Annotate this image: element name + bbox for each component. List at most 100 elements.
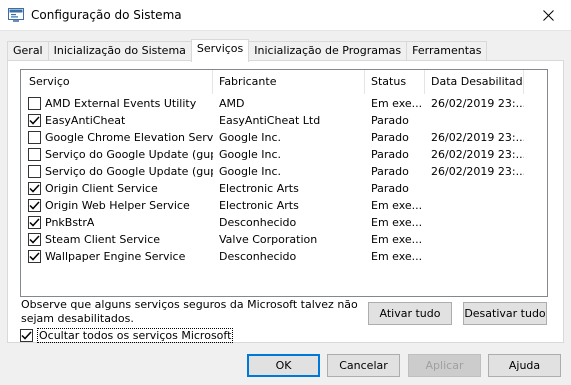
service-status: Em exe... [371, 199, 423, 212]
service-name: Steam Client Service [45, 233, 161, 246]
service-name-cell: EasyAntiCheat [21, 112, 213, 129]
checkmark-icon [29, 116, 40, 125]
service-rows: AMD External Events Utility AMD Em exe... 2… [21, 95, 524, 265]
table-row[interactable]: Origin Client Service Electronic Arts Para… [21, 180, 524, 197]
service-manufacturer: Electronic Arts [219, 199, 299, 212]
services-panel: Serviço Fabricante Status Data Desabilit… [7, 60, 564, 343]
service-date-disabled: 26/02/2019 23:... [431, 131, 524, 144]
service-name: Serviço do Google Update (gupd... [45, 148, 213, 161]
apply-button[interactable]: Aplicar [408, 354, 481, 377]
tab-general[interactable]: Geral [7, 41, 49, 61]
tab-strip: Geral Inicialização do Sistema Serviços … [7, 39, 488, 62]
column-header-status[interactable]: Status [365, 70, 425, 94]
service-name-cell: AMD External Events Utility [21, 95, 213, 112]
service-manufacturer: Valve Corporation [219, 233, 318, 246]
column-header-date-disabled[interactable]: Data Desabilitada [425, 70, 524, 94]
table-row[interactable]: Wallpaper Engine Service Desconhecido Em e… [21, 248, 524, 265]
tab-services[interactable]: Serviços [190, 39, 250, 62]
disable-all-button[interactable]: Desativar tudo [463, 302, 547, 325]
service-status: Em exe... [371, 97, 423, 110]
service-name-cell: PnkBstrA [21, 214, 213, 231]
checkmark-icon [29, 184, 40, 193]
table-row[interactable]: Serviço do Google Update (gupd... Google … [21, 146, 524, 163]
service-date-disabled [425, 231, 524, 248]
window-title: Configuração do Sistema [31, 8, 182, 22]
service-name: EasyAntiCheat [45, 114, 126, 127]
service-checkbox[interactable] [28, 97, 41, 110]
hide-microsoft-services-checkbox[interactable] [20, 329, 33, 342]
service-manufacturer: Google Inc. [219, 131, 282, 144]
service-date-disabled: 26/02/2019 23:... [431, 97, 524, 110]
service-date-disabled [425, 197, 524, 214]
service-name: Google Chrome Elevation Service [45, 131, 213, 144]
service-name-cell: Steam Client Service [21, 231, 213, 248]
tab-system-startup[interactable]: Inicialização do Sistema [47, 41, 192, 61]
service-name: Origin Web Helper Service [45, 199, 190, 212]
service-name: Origin Client Service [45, 182, 158, 195]
table-row[interactable]: Origin Web Helper Service Electronic Arts… [21, 197, 524, 214]
service-name-cell: Serviço do Google Update (gupd... [21, 163, 213, 180]
service-date-disabled: 26/02/2019 23:... [431, 165, 524, 178]
service-manufacturer: AMD [219, 97, 245, 110]
table-row[interactable]: PnkBstrA Desconhecido Em exe... [21, 214, 524, 231]
column-header-service[interactable]: Serviço [21, 70, 213, 94]
service-checkbox[interactable] [28, 250, 41, 263]
service-status: Em exe... [371, 233, 423, 246]
table-row[interactable]: Steam Client Service Valve Corporation Em … [21, 231, 524, 248]
service-checkbox[interactable] [28, 114, 41, 127]
tab-startup-programs[interactable]: Inicialização de Programas [248, 41, 408, 61]
tab-tools[interactable]: Ferramentas [406, 41, 488, 61]
table-row[interactable]: Serviço do Google Update (gupd... Google … [21, 163, 524, 180]
service-date-disabled [425, 180, 524, 197]
list-header: Serviço Fabricante Status Data Desabilit… [21, 70, 547, 94]
close-button[interactable] [525, 0, 571, 31]
service-checkbox[interactable] [28, 233, 41, 246]
service-name: AMD External Events Utility [45, 97, 197, 110]
table-row[interactable]: AMD External Events Utility AMD Em exe... 2… [21, 95, 524, 112]
checkmark-icon [29, 252, 40, 261]
close-icon [542, 10, 554, 21]
column-header-manufacturer[interactable]: Fabricante [213, 70, 365, 94]
hide-microsoft-services-option[interactable]: Ocultar todos os serviços Microsoft [20, 328, 234, 343]
checkmark-icon [21, 331, 32, 340]
service-name-cell: Origin Web Helper Service [21, 197, 213, 214]
service-status: Parado [371, 165, 409, 178]
service-checkbox[interactable] [28, 182, 41, 195]
service-status: Parado [371, 182, 409, 195]
service-checkbox[interactable] [28, 216, 41, 229]
service-status: Em exe... [371, 216, 423, 229]
service-status: Parado [371, 131, 409, 144]
cancel-button[interactable]: Cancelar [327, 354, 400, 377]
service-name-cell: Origin Client Service [21, 180, 213, 197]
table-row[interactable]: EasyAntiCheat EasyAntiCheat Ltd Parado [21, 112, 524, 129]
service-manufacturer: Google Inc. [219, 165, 282, 178]
service-name-cell: Wallpaper Engine Service [21, 248, 213, 265]
service-checkbox[interactable] [28, 148, 41, 161]
service-date-disabled [425, 214, 524, 231]
enable-all-button[interactable]: Ativar tudo [368, 302, 452, 325]
ok-button[interactable]: OK [247, 354, 320, 377]
service-manufacturer: Desconhecido [219, 216, 297, 229]
service-manufacturer: EasyAntiCheat Ltd [219, 114, 321, 127]
service-name-cell: Serviço do Google Update (gupd... [21, 146, 213, 163]
service-status: Em exe... [371, 250, 423, 263]
service-name: PnkBstrA [45, 216, 95, 229]
checkmark-icon [29, 218, 40, 227]
help-button[interactable]: Ajuda [488, 354, 561, 377]
title-bar: Configuração do Sistema [0, 0, 571, 31]
checkmark-icon [29, 235, 40, 244]
service-checkbox[interactable] [28, 165, 41, 178]
table-row[interactable]: Google Chrome Elevation Service Google In… [21, 129, 524, 146]
service-name: Serviço do Google Update (gupd... [45, 165, 213, 178]
service-checkbox[interactable] [28, 131, 41, 144]
service-date-disabled [425, 248, 524, 265]
service-name-cell: Google Chrome Elevation Service [21, 129, 213, 146]
checkmark-icon [29, 201, 40, 210]
service-manufacturer: Desconhecido [219, 250, 297, 263]
service-date-disabled: 26/02/2019 23:... [431, 148, 524, 161]
service-checkbox[interactable] [28, 199, 41, 212]
services-list[interactable]: Serviço Fabricante Status Data Desabilit… [20, 69, 548, 297]
service-status: Parado [371, 148, 409, 161]
service-name: Wallpaper Engine Service [45, 250, 186, 263]
service-status: Parado [371, 114, 409, 127]
